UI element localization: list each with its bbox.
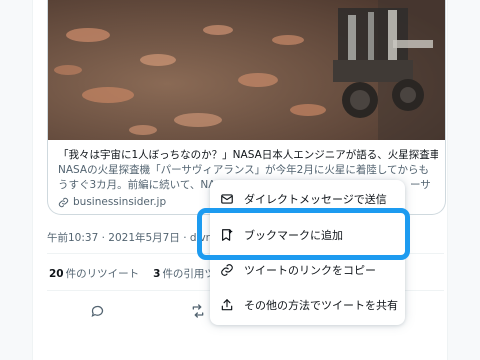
link-domain-text: businessinsider.jp xyxy=(73,196,167,208)
retweets-count: 20 xyxy=(49,268,64,280)
link-title: 「我々は宇宙に1人ぼっちなのか？」NASA日本人エンジニアが語る、火星探査車… xyxy=(58,149,438,161)
focus-highlight xyxy=(197,208,410,260)
menu-item-label: ダイレクトメッセージで送信 xyxy=(244,193,387,206)
quotes-count: 3 xyxy=(153,268,161,280)
rover-photo-svg xyxy=(48,0,445,140)
reply-icon[interactable] xyxy=(88,302,106,320)
menu-item-share-other[interactable]: その他の方法でツイートを共有 xyxy=(210,288,405,322)
quotes-stat[interactable]: 3 件の引用ツ xyxy=(153,266,215,281)
menu-item-label: その他の方法でツイートを共有 xyxy=(244,299,398,312)
menu-item-label: ツイートのリンクをコピー xyxy=(244,264,376,277)
tweet-stats: 20 件のリツイート 3 件の引用ツ xyxy=(49,266,215,281)
retweets-stat[interactable]: 20 件のリツイート xyxy=(49,266,139,281)
quotes-label: 件の引用ツ xyxy=(162,268,215,280)
retweets-label: 件のリツイート xyxy=(65,268,140,280)
share-icon xyxy=(220,298,234,312)
tweet-timestamp[interactable]: 午前10:37 · 2021年5月7日 · dlvr.it xyxy=(47,230,219,245)
retweet-icon[interactable] xyxy=(189,302,207,320)
link-icon xyxy=(220,263,234,277)
link-icon-small xyxy=(58,197,69,208)
mars-rover-image xyxy=(48,0,445,140)
envelope-icon xyxy=(220,192,234,206)
link-description-tail: ーサ xyxy=(410,179,431,191)
